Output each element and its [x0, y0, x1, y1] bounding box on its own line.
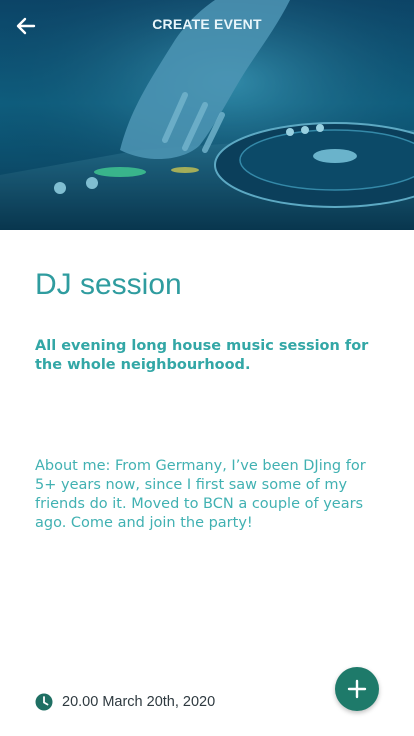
clock-icon [35, 693, 53, 711]
event-time-row: 20.00 March 20th, 2020 [35, 692, 215, 712]
event-description: About me: From Germany, I’ve been DJing … [35, 458, 366, 531]
event-title: DJ session [35, 268, 182, 301]
page-title: CREATE EVENT [152, 16, 262, 32]
top-bar: CREATE EVENT [0, 0, 414, 50]
event-time: 20.00 March 20th, 2020 [62, 694, 216, 710]
event-subtitle: All evening long house music session for… [35, 338, 369, 373]
plus-icon [347, 679, 367, 699]
hero-image: CREATE EVENT [0, 0, 414, 230]
add-button[interactable] [335, 667, 379, 711]
